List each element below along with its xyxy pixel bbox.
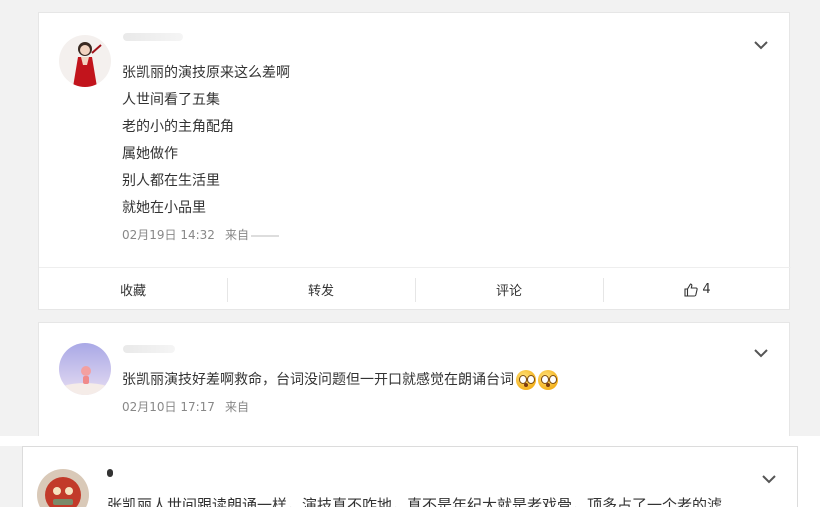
comment-label: 评论 bbox=[495, 284, 522, 299]
favorite-button[interactable]: 收藏 bbox=[39, 268, 227, 311]
chevron-down-icon[interactable] bbox=[751, 35, 771, 55]
post-meta: 02月19日 14:32 来自 bbox=[122, 227, 279, 243]
post-card-2: 张凯丽演技好差啊救命，台词没问题但一开口就感觉在朗诵台词 02月10日 17:1… bbox=[38, 322, 790, 436]
action-bar: 收藏 转发 评论 4 bbox=[39, 267, 791, 311]
post-meta: 02月10日 17:17 来自 bbox=[122, 399, 249, 415]
avatar[interactable] bbox=[37, 469, 89, 507]
divider-strip bbox=[0, 436, 820, 446]
avatar-image bbox=[59, 35, 111, 87]
repost-button[interactable]: 转发 bbox=[227, 268, 415, 311]
favorite-label: 收藏 bbox=[119, 284, 146, 299]
like-button[interactable]: 4 bbox=[603, 268, 791, 311]
post-text-line: 老的小的主角配角 bbox=[122, 119, 234, 135]
astonished-emoji-icon bbox=[538, 370, 558, 390]
thumbs-up-icon bbox=[684, 282, 699, 297]
post-card-1: 张凯丽的演技原来这么差啊 人世间看了五集 老的小的主角配角 属她做作 别人都在生… bbox=[38, 12, 791, 311]
avatar-image bbox=[59, 343, 111, 395]
post-text-line: 别人都在生活里 bbox=[122, 173, 220, 189]
comment-button[interactable]: 评论 bbox=[415, 268, 603, 311]
edge-strip bbox=[798, 446, 820, 507]
post-text-content: 张凯丽演技好差啊救命，台词没问题但一开口就感觉在朗诵台词 bbox=[122, 372, 514, 388]
astonished-emoji-icon bbox=[516, 370, 536, 390]
chevron-down-icon[interactable] bbox=[751, 343, 771, 363]
chevron-down-icon[interactable] bbox=[759, 469, 779, 489]
post-text-line: 就她在小品里 bbox=[122, 200, 206, 216]
avatar[interactable] bbox=[59, 343, 111, 395]
like-count: 4 bbox=[702, 282, 711, 297]
post-text: 张凯丽演技好差啊救命，台词没问题但一开口就感觉在朗诵台词 bbox=[122, 370, 558, 390]
avatar[interactable] bbox=[59, 35, 111, 87]
source-placeholder bbox=[250, 234, 279, 237]
username-placeholder bbox=[123, 33, 183, 41]
post-date[interactable]: 02月19日 14:32 bbox=[122, 228, 215, 242]
post-card-3: 张凯丽人世间跟读朗诵一样，演技真不咋地，真不是年纪大就是老戏骨，顶多占了一个老的… bbox=[22, 446, 798, 507]
username-placeholder bbox=[123, 345, 175, 353]
repost-label: 转发 bbox=[307, 284, 334, 299]
post-date[interactable]: 02月10日 17:17 bbox=[122, 400, 215, 414]
username-placeholder bbox=[107, 469, 113, 477]
post-text-line: 张凯丽的演技原来这么差啊 bbox=[122, 65, 290, 81]
post-text-line: 属她做作 bbox=[122, 146, 178, 162]
post-source: 来自 bbox=[224, 400, 249, 414]
avatar-image bbox=[37, 469, 89, 507]
post-text: 张凯丽人世间跟读朗诵一样，演技真不咋地，真不是年纪大就是老戏骨，顶多占了一个老的… bbox=[107, 496, 723, 507]
post-source: 来自 bbox=[224, 228, 249, 242]
post-text-line: 人世间看了五集 bbox=[122, 92, 220, 108]
